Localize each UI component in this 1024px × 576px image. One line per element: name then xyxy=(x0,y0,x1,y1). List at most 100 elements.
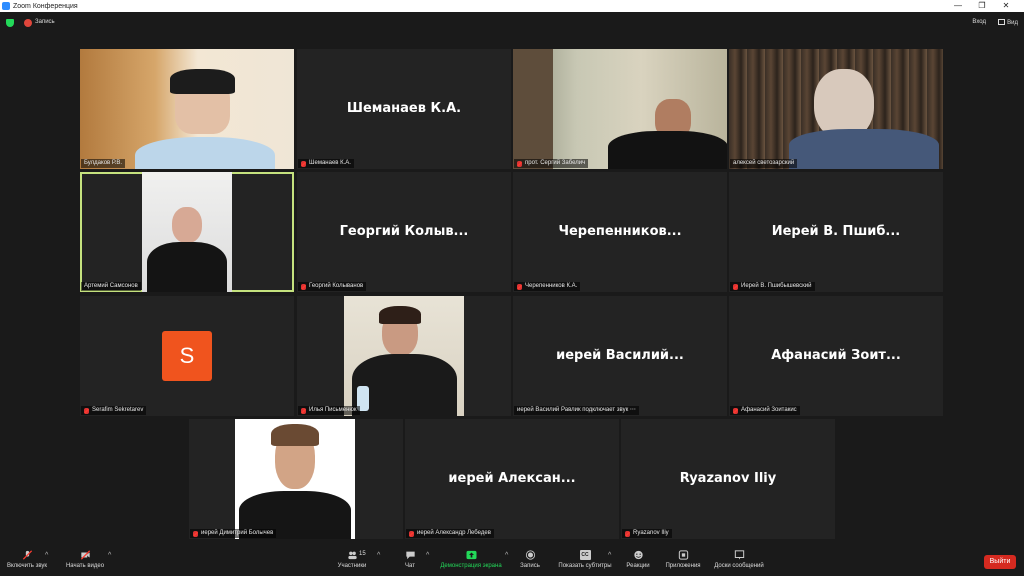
participant-tile[interactable]: иерей Василий... иерей Василий Равлик по… xyxy=(513,296,727,416)
mic-muted-icon xyxy=(517,160,522,167)
participant-shirt xyxy=(789,129,939,169)
mic-muted-icon xyxy=(517,283,522,290)
reactions-label: Реакции xyxy=(626,563,650,569)
participant-display-name: Афанасий Зоит... xyxy=(771,348,901,363)
participant-hair xyxy=(271,424,319,446)
participant-tile[interactable]: Иерей В. Пшиб... Иерей В. Пшибышевский xyxy=(729,172,943,292)
audio-options-chevron-icon[interactable]: ^ xyxy=(45,552,48,559)
participant-display-name: Ryazanov Iliy xyxy=(679,471,777,486)
whiteboards-button[interactable]: Доски сообщений xyxy=(710,546,768,569)
record-icon xyxy=(525,550,535,560)
participant-tile[interactable]: Илья Письменюк xyxy=(297,296,511,416)
participants-count: 15 xyxy=(359,551,366,557)
participant-display-name: иерей Алексан... xyxy=(448,471,576,486)
mic-muted-icon xyxy=(301,160,306,167)
participant-tile-active-speaker[interactable]: Артемий Самсонов xyxy=(80,172,294,292)
participant-robe xyxy=(608,131,727,169)
mic-muted-icon xyxy=(22,550,32,560)
participant-name-label: Serafim Sekretarev xyxy=(81,406,147,415)
grid-view-icon xyxy=(998,19,1006,25)
whiteboards-label: Доски сообщений xyxy=(714,563,764,569)
participant-name-label: Булдаков Р.В. xyxy=(81,159,126,168)
share-screen-label: Демонстрация экрана xyxy=(440,563,502,569)
captions-label: Показать субтитры xyxy=(558,563,612,569)
participant-tile[interactable]: Афанасий Зоит... Афанасий Зоитакис xyxy=(729,296,943,416)
whiteboard-icon xyxy=(734,550,744,560)
restore-button[interactable]: ❐ xyxy=(970,0,994,12)
share-screen-button[interactable]: Демонстрация экрана xyxy=(436,546,506,569)
participants-chevron-icon[interactable]: ^ xyxy=(377,552,380,559)
view-label: Вид xyxy=(1007,20,1018,26)
recording-label: Запись xyxy=(35,19,55,25)
security-shield-icon[interactable] xyxy=(6,19,14,27)
participant-hair xyxy=(379,306,421,324)
captions-chevron-icon[interactable]: ^ xyxy=(608,552,611,559)
participant-display-name: Иерей В. Пшиб... xyxy=(771,224,901,239)
mic-muted-icon xyxy=(625,530,630,537)
participant-tile[interactable]: Ryazanov Iliy Ryazanov Iliy xyxy=(621,419,835,539)
leave-button[interactable]: Выйти xyxy=(984,555,1016,569)
share-chevron-icon[interactable]: ^ xyxy=(505,552,508,559)
record-button[interactable]: Запись xyxy=(516,546,544,569)
participant-tile[interactable]: Шеманаев К.А. Шеманаев К.А. xyxy=(297,49,511,169)
reactions-icon xyxy=(633,550,643,560)
captions-button[interactable]: CC Показать субтитры xyxy=(555,546,615,569)
participant-tile[interactable]: прот. Сергий Забелич xyxy=(513,49,727,169)
close-button[interactable]: ✕ xyxy=(994,0,1018,12)
participant-name-label: прот. Сергий Забелич xyxy=(514,159,589,168)
participant-name-label: алексей светозарский xyxy=(730,159,798,168)
unmute-button[interactable]: Включить звук xyxy=(4,546,50,569)
mic-muted-icon xyxy=(301,283,306,290)
participant-avatar: S xyxy=(162,331,212,381)
participant-tile[interactable]: Булдаков Р.В. xyxy=(80,49,294,169)
participant-tile[interactable]: S Serafim Sekretarev xyxy=(80,296,294,416)
participant-name-label: Иерей В. Пшибышевский xyxy=(730,282,815,291)
meeting-topbar: Запись Вход Вид xyxy=(0,12,1024,34)
participant-name-label: Ryazanov Iliy xyxy=(622,529,672,538)
mic-muted-icon xyxy=(301,407,306,414)
zoom-logo-icon xyxy=(2,2,10,10)
apps-label: Приложения xyxy=(665,563,701,569)
participant-tile[interactable]: иерей Димитрий Болычев xyxy=(189,419,403,539)
start-video-label: Начать видео xyxy=(65,563,105,569)
participant-display-name: иерей Василий... xyxy=(556,348,684,363)
participants-icon xyxy=(347,551,357,560)
participants-button[interactable]: Участники xyxy=(334,546,370,569)
participant-hair xyxy=(170,69,235,94)
participant-robe xyxy=(147,242,227,292)
view-button[interactable]: Вид xyxy=(998,19,1018,26)
participants-label: Участники xyxy=(337,563,367,569)
participant-shirt xyxy=(135,137,275,169)
mic-muted-icon xyxy=(409,530,414,537)
apps-button[interactable]: Приложения xyxy=(662,546,704,569)
share-screen-icon xyxy=(466,550,476,560)
closed-captions-icon: CC xyxy=(579,550,591,560)
participant-display-name: Черепенников... xyxy=(558,224,682,239)
mic-muted-icon xyxy=(733,407,738,414)
start-video-button[interactable]: Начать видео xyxy=(62,546,108,569)
participant-display-name: Шеманаев К.А. xyxy=(346,101,462,116)
participant-name-label: Афанасий Зоитакис xyxy=(730,406,800,415)
chat-chevron-icon[interactable]: ^ xyxy=(426,552,429,559)
video-off-icon xyxy=(80,550,90,560)
participant-face xyxy=(172,207,202,243)
mic-muted-icon xyxy=(733,283,738,290)
chat-button[interactable]: Чат xyxy=(398,546,422,569)
record-label: Запись xyxy=(520,563,540,569)
chat-label: Чат xyxy=(405,563,415,569)
recording-icon[interactable] xyxy=(24,19,32,27)
participant-tile[interactable]: Георгий Колыв... Георгий Колыванов xyxy=(297,172,511,292)
video-options-chevron-icon[interactable]: ^ xyxy=(108,552,111,559)
participant-tile[interactable]: алексей светозарский xyxy=(729,49,943,169)
participant-name-label: иерей Василий Равлик подключает звук ⋯ xyxy=(514,406,639,415)
participant-tile[interactable]: Черепенников... Черепенников К.А. xyxy=(513,172,727,292)
signin-button[interactable]: Вход xyxy=(972,19,986,25)
participant-name-label: Черепенников К.А. xyxy=(514,282,581,291)
minimize-button[interactable]: — xyxy=(946,0,970,12)
mic-muted-icon xyxy=(84,407,89,414)
participant-name-label: Георгий Колыванов xyxy=(298,282,367,291)
participant-tile[interactable]: иерей Алексан... иерей Александр Лебедев xyxy=(405,419,619,539)
participant-name-label: Артемий Самсонов xyxy=(81,282,141,291)
participant-display-name: Георгий Колыв... xyxy=(339,224,469,239)
reactions-button[interactable]: Реакции xyxy=(624,546,652,569)
